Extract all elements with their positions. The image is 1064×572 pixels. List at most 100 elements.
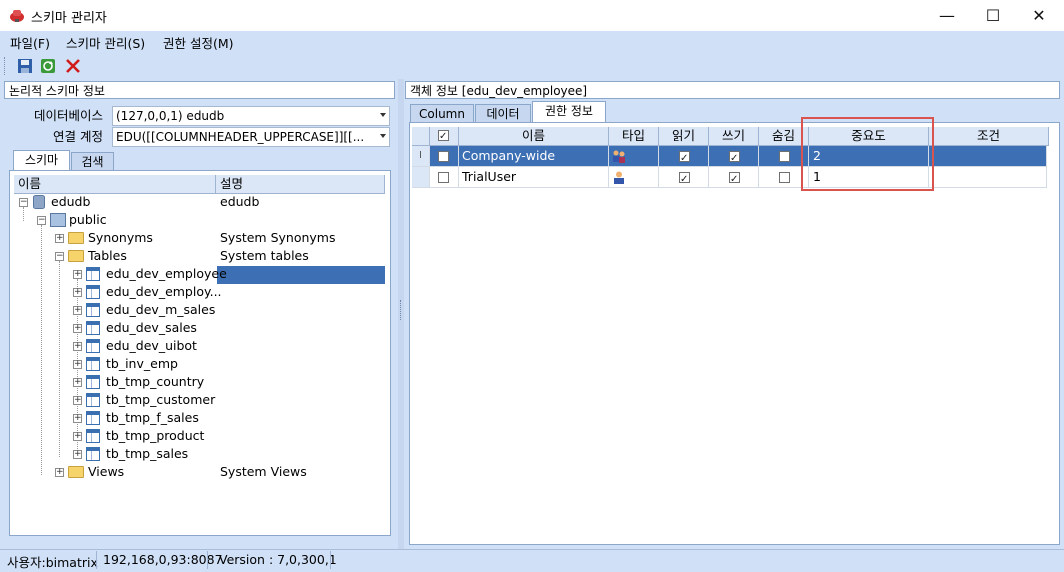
- read-checkbox[interactable]: [679, 170, 690, 190]
- tree-expander[interactable]: +: [73, 432, 82, 441]
- tree-item-public[interactable]: public: [69, 212, 107, 227]
- tree-expander[interactable]: +: [73, 378, 82, 387]
- table-icon: [86, 411, 100, 425]
- hidden-checkbox[interactable]: [779, 172, 790, 183]
- tree-column-name[interactable]: 이름: [14, 175, 216, 194]
- column-condition[interactable]: 조건: [929, 127, 1049, 146]
- toolbar: [0, 53, 1064, 79]
- column-name[interactable]: 이름: [459, 127, 609, 146]
- tree-item-synonyms[interactable]: Synonyms: [88, 230, 153, 245]
- maximize-button[interactable]: ☐: [970, 0, 1016, 31]
- menu-permission-settings[interactable]: 권한 설정(M): [163, 33, 234, 52]
- row-read-cell[interactable]: [659, 167, 709, 190]
- refresh-button[interactable]: [38, 56, 58, 76]
- tree-item-table[interactable]: tb_tmp_country: [106, 374, 204, 389]
- column-read[interactable]: 읽기: [659, 127, 709, 146]
- tree-item-table[interactable]: edu_dev_m_sales: [106, 302, 215, 317]
- column-write[interactable]: 쓰기: [709, 127, 759, 146]
- row-write-cell[interactable]: [709, 146, 759, 169]
- menu-file[interactable]: 파일(F): [10, 33, 50, 52]
- minimize-button[interactable]: —: [924, 0, 970, 31]
- tree-column-description[interactable]: 설명: [216, 175, 385, 194]
- row-read-cell[interactable]: [659, 146, 709, 169]
- tree-item-table[interactable]: tb_tmp_product: [106, 428, 204, 443]
- menu-schema-management[interactable]: 스키마 관리(S): [66, 33, 145, 52]
- tree-item-desc: System Synonyms: [220, 230, 336, 245]
- status-server: 192,168,0,93:8087: [103, 552, 223, 567]
- tab-search[interactable]: 검색: [71, 152, 114, 171]
- tree-item-desc: System Views: [220, 464, 307, 479]
- highlight-box: [801, 117, 934, 191]
- tree-expander[interactable]: +: [55, 468, 64, 477]
- write-checkbox[interactable]: [729, 170, 740, 190]
- row-write-cell[interactable]: [709, 167, 759, 190]
- row-select-cell[interactable]: [430, 146, 459, 167]
- save-button[interactable]: [15, 56, 35, 76]
- chevron-down-icon: [380, 113, 386, 117]
- tree-item-views[interactable]: Views: [88, 464, 124, 479]
- row-type-cell: [609, 146, 659, 167]
- tree-expander[interactable]: −: [19, 198, 28, 207]
- tab-schema[interactable]: 스키마: [13, 150, 70, 171]
- tree-expander[interactable]: +: [73, 270, 82, 279]
- account-select[interactable]: EDU([[COLUMNHEADER_UPPERCASE]][[...: [112, 127, 390, 147]
- hidden-checkbox[interactable]: [779, 151, 790, 162]
- tree-expander[interactable]: +: [73, 414, 82, 423]
- column-type[interactable]: 타입: [609, 127, 659, 146]
- tree-item-table[interactable]: tb_tmp_sales: [106, 446, 188, 461]
- write-checkbox[interactable]: [729, 149, 740, 169]
- table-icon: [86, 429, 100, 443]
- row-name[interactable]: TrialUser: [459, 167, 609, 188]
- tree-line: [59, 261, 60, 457]
- tree-item-table[interactable]: tb_tmp_customer: [106, 392, 215, 407]
- tree-expander[interactable]: +: [73, 288, 82, 297]
- tree-expander[interactable]: +: [73, 450, 82, 459]
- tree-item-table[interactable]: tb_inv_emp: [106, 356, 178, 371]
- tree-item-table[interactable]: edu_dev_uibot: [106, 338, 197, 353]
- refresh-icon: [41, 59, 55, 73]
- tab-data[interactable]: 데이터: [475, 104, 531, 123]
- save-icon: [18, 59, 32, 73]
- database-select[interactable]: (127,0,0,1) edudb: [112, 106, 390, 126]
- tree-expander[interactable]: +: [73, 324, 82, 333]
- tree-item-tables[interactable]: Tables: [88, 248, 127, 263]
- chevron-down-icon: [380, 134, 386, 138]
- read-checkbox[interactable]: [679, 149, 690, 169]
- table-icon: [86, 375, 100, 389]
- tree-item-edudb[interactable]: edudb: [51, 194, 90, 209]
- tree-item-table[interactable]: edu_dev_sales: [106, 320, 197, 335]
- close-button[interactable]: ✕: [1016, 0, 1062, 31]
- row-condition[interactable]: [929, 146, 1047, 167]
- account-label: 연결 계정: [53, 129, 103, 144]
- tree-item-table[interactable]: edu_dev_employee: [106, 266, 227, 281]
- tree-expander[interactable]: +: [73, 306, 82, 315]
- row-condition[interactable]: [929, 167, 1047, 188]
- tab-column[interactable]: Column: [410, 104, 474, 123]
- row-name[interactable]: Company-wide: [459, 146, 609, 167]
- row-checkbox[interactable]: [438, 151, 449, 162]
- tree-item-table[interactable]: tb_tmp_f_sales: [106, 410, 199, 425]
- schema-icon: [50, 213, 66, 227]
- tree-expander[interactable]: +: [73, 396, 82, 405]
- table-icon: [86, 267, 100, 281]
- window-title: 스키마 관리자: [31, 11, 107, 26]
- tree-item-table[interactable]: edu_dev_employ...: [106, 284, 222, 299]
- tree-expander[interactable]: +: [73, 360, 82, 369]
- tab-permission-info[interactable]: 권한 정보: [532, 101, 606, 122]
- select-all-checkbox[interactable]: [438, 128, 449, 146]
- row-select-cell[interactable]: [430, 167, 459, 188]
- folder-icon: [68, 232, 84, 244]
- database-value: (127,0,0,1) edudb: [116, 109, 225, 123]
- tree-expander[interactable]: −: [37, 216, 46, 225]
- app-icon: [10, 10, 24, 22]
- title-bar: [0, 0, 1064, 31]
- tree-expander[interactable]: +: [55, 234, 64, 243]
- folder-open-icon: [68, 250, 84, 262]
- tree-expander[interactable]: −: [55, 252, 64, 261]
- row-checkbox[interactable]: [438, 172, 449, 183]
- select-all-header[interactable]: [430, 127, 459, 146]
- database-label: 데이터베이스: [33, 108, 103, 123]
- left-panel-header: 논리적 스키마 정보: [4, 81, 395, 99]
- delete-button[interactable]: [63, 56, 83, 76]
- tree-expander[interactable]: +: [73, 342, 82, 351]
